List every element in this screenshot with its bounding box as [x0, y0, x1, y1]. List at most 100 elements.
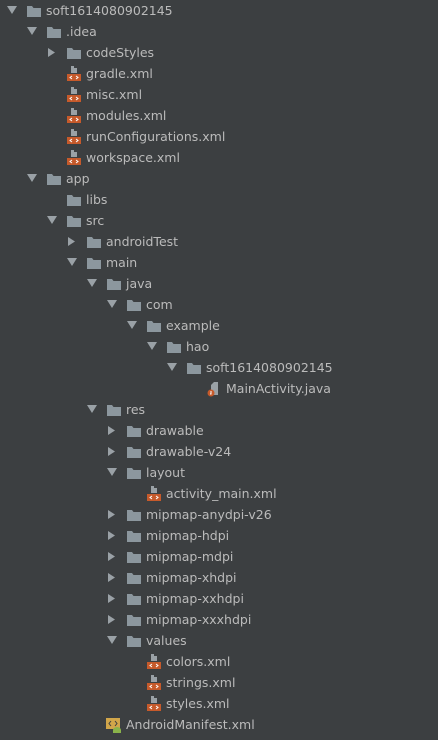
folder-icon [126, 591, 142, 607]
tree-item-activity-main-xml[interactable]: activity_main.xml [0, 483, 438, 504]
chevron-right-icon[interactable] [107, 567, 119, 588]
tree-item-strings-xml[interactable]: strings.xml [0, 672, 438, 693]
xml-file-icon [146, 486, 162, 502]
tree-item-layout[interactable]: layout [0, 462, 438, 483]
xml-file-icon [66, 108, 82, 124]
folder-icon [106, 276, 122, 292]
chevron-down-icon[interactable] [87, 273, 99, 294]
chevron-right-icon[interactable] [107, 546, 119, 567]
chevron-right-icon[interactable] [67, 231, 79, 252]
tree-item-label: workspace.xml [86, 150, 180, 165]
project-tree: soft1614080902145 .idea codeStyles gradle.x… [0, 0, 438, 735]
folder-icon [126, 633, 142, 649]
tree-item-soft1614080902145[interactable]: soft1614080902145 [0, 0, 438, 21]
tree-item-label: hao [186, 339, 210, 354]
tree-item-colors-xml[interactable]: colors.xml [0, 651, 438, 672]
folder-icon [86, 234, 102, 250]
tree-item-mipmap-xxxhdpi[interactable]: mipmap-xxxhdpi [0, 609, 438, 630]
tree-item-mipmap-mdpi[interactable]: mipmap-mdpi [0, 546, 438, 567]
tree-item-mipmap-xhdpi[interactable]: mipmap-xhdpi [0, 567, 438, 588]
tree-item-runconfigurations-xml[interactable]: runConfigurations.xml [0, 126, 438, 147]
tree-item-main[interactable]: main [0, 252, 438, 273]
folder-icon [86, 255, 102, 271]
chevron-right-icon[interactable] [107, 588, 119, 609]
tree-item-misc-xml[interactable]: misc.xml [0, 84, 438, 105]
folder-icon [126, 423, 142, 439]
chevron-down-icon[interactable] [147, 336, 159, 357]
tree-item-label: drawable-v24 [146, 444, 232, 459]
chevron-down-icon[interactable] [107, 630, 119, 651]
chevron-right-icon[interactable] [107, 441, 119, 462]
chevron-right-icon[interactable] [107, 525, 119, 546]
folder-icon [126, 528, 142, 544]
chevron-down-icon[interactable] [7, 0, 19, 21]
tree-item-androidtest[interactable]: androidTest [0, 231, 438, 252]
tree-item-label: layout [146, 465, 186, 480]
tree-item-label: misc.xml [86, 87, 143, 102]
folder-icon [126, 465, 142, 481]
tree-item-mipmap-anydpi-v26[interactable]: mipmap-anydpi-v26 [0, 504, 438, 525]
tree-item-drawable-v24[interactable]: drawable-v24 [0, 441, 438, 462]
chevron-down-icon[interactable] [27, 168, 39, 189]
tree-item-codestyles[interactable]: codeStyles [0, 42, 438, 63]
xml-file-icon [66, 87, 82, 103]
tree-item-mainactivity-java[interactable]: MainActivity.java [0, 378, 438, 399]
tree-item-values[interactable]: values [0, 630, 438, 651]
tree-item-label: activity_main.xml [166, 486, 277, 501]
tree-item-label: app [66, 171, 90, 186]
folder-icon [126, 549, 142, 565]
chevron-down-icon[interactable] [27, 21, 39, 42]
tree-item-example[interactable]: example [0, 315, 438, 336]
folder-icon [126, 297, 142, 313]
chevron-down-icon[interactable] [107, 294, 119, 315]
xml-file-icon [146, 675, 162, 691]
tree-item-label: AndroidManifest.xml [126, 717, 255, 732]
tree-item-androidmanifest-xml[interactable]: AndroidManifest.xml [0, 714, 438, 735]
tree-item-label: soft1614080902145 [206, 360, 333, 375]
xml-file-icon [66, 66, 82, 82]
folder-icon [46, 24, 62, 40]
tree-item-app[interactable]: app [0, 168, 438, 189]
chevron-down-icon[interactable] [127, 315, 139, 336]
tree-item-label: com [146, 297, 173, 312]
tree-item-res[interactable]: res [0, 399, 438, 420]
chevron-right-icon[interactable] [47, 42, 59, 63]
chevron-right-icon[interactable] [107, 504, 119, 525]
tree-item-workspace-xml[interactable]: workspace.xml [0, 147, 438, 168]
tree-item-hao[interactable]: hao [0, 336, 438, 357]
tree-item-libs[interactable]: libs [0, 189, 438, 210]
tree-item-gradle-xml[interactable]: gradle.xml [0, 63, 438, 84]
tree-item-drawable[interactable]: drawable [0, 420, 438, 441]
chevron-right-icon[interactable] [107, 420, 119, 441]
tree-item-soft1614080902145[interactable]: soft1614080902145 [0, 357, 438, 378]
tree-item-label: libs [86, 192, 108, 207]
tree-item--idea[interactable]: .idea [0, 21, 438, 42]
folder-icon [166, 339, 182, 355]
folder-icon [186, 360, 202, 376]
xml-file-icon [146, 696, 162, 712]
folder-icon [66, 213, 82, 229]
tree-item-label: mipmap-xhdpi [146, 570, 237, 585]
tree-item-mipmap-hdpi[interactable]: mipmap-hdpi [0, 525, 438, 546]
tree-item-com[interactable]: com [0, 294, 438, 315]
tree-item-src[interactable]: src [0, 210, 438, 231]
folder-icon [126, 612, 142, 628]
tree-item-java[interactable]: java [0, 273, 438, 294]
tree-item-label: res [126, 402, 146, 417]
chevron-down-icon[interactable] [87, 399, 99, 420]
tree-item-label: values [146, 633, 187, 648]
chevron-right-icon[interactable] [107, 609, 119, 630]
tree-item-modules-xml[interactable]: modules.xml [0, 105, 438, 126]
chevron-down-icon[interactable] [107, 462, 119, 483]
tree-item-label: strings.xml [166, 675, 236, 690]
chevron-down-icon[interactable] [67, 252, 79, 273]
tree-item-label: java [126, 276, 153, 291]
tree-item-label: drawable [146, 423, 204, 438]
tree-item-styles-xml[interactable]: styles.xml [0, 693, 438, 714]
tree-item-mipmap-xxhdpi[interactable]: mipmap-xxhdpi [0, 588, 438, 609]
tree-item-label: styles.xml [166, 696, 230, 711]
chevron-down-icon[interactable] [47, 210, 59, 231]
folder-icon [66, 192, 82, 208]
chevron-down-icon[interactable] [167, 357, 179, 378]
tree-item-label: androidTest [106, 234, 179, 249]
